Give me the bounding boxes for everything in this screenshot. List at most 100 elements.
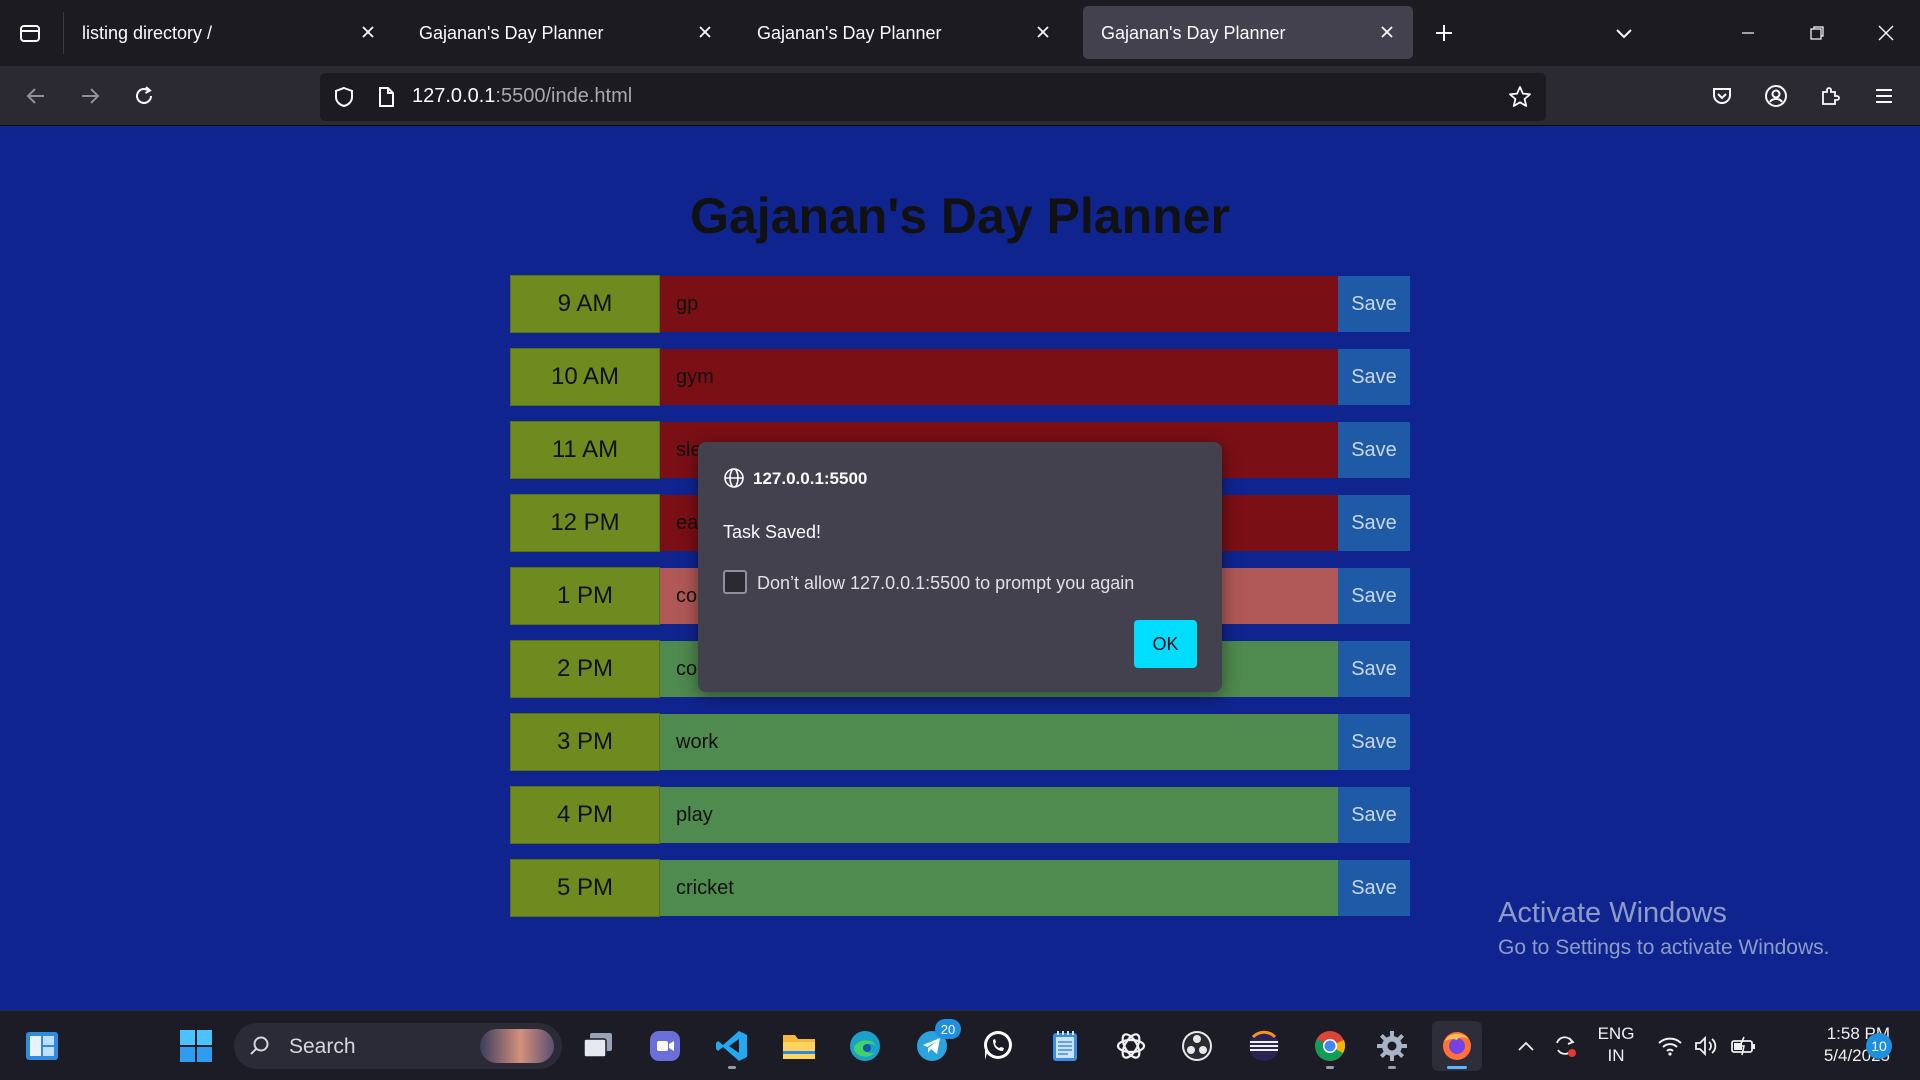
task-input[interactable] (660, 860, 1338, 916)
url-host: 127.0.0.1 (412, 85, 496, 107)
notepad-icon[interactable] (1040, 1021, 1090, 1071)
tracking-protection-shield-icon[interactable] (330, 83, 358, 111)
teams-meet-icon[interactable] (640, 1021, 690, 1071)
restore-icon[interactable] (1783, 0, 1851, 66)
close-icon[interactable] (356, 20, 380, 44)
taskbar-search-box[interactable]: Search (234, 1023, 562, 1069)
tab-day-planner-1[interactable]: Gajanan's Day Planner (401, 6, 731, 59)
tab-title: Gajanan's Day Planner (757, 23, 942, 43)
task-input[interactable] (660, 349, 1338, 405)
dialog-message: Task Saved! (723, 522, 822, 542)
pocket-icon[interactable] (1702, 76, 1742, 116)
url-text[interactable]: 127.0.0.1:5500/inde.html (412, 85, 632, 108)
close-icon[interactable] (1375, 20, 1399, 44)
widgets-icon[interactable] (17, 1021, 67, 1071)
extensions-puzzle-icon[interactable] (1810, 76, 1850, 116)
save-button[interactable]: Save (1338, 860, 1410, 916)
running-indicator (728, 1066, 736, 1069)
running-indicator (1326, 1066, 1334, 1069)
save-button[interactable]: Save (1338, 349, 1410, 405)
task-input[interactable] (660, 787, 1338, 843)
whatsapp-icon[interactable] (973, 1021, 1023, 1071)
forward-arrow-icon[interactable] (70, 76, 110, 116)
globe-icon (722, 466, 746, 490)
tab-title: listing directory / (82, 23, 213, 43)
battery-charging-icon[interactable] (1728, 1011, 1760, 1080)
hour-label: 11 AM (510, 421, 660, 479)
obs-studio-icon[interactable] (1172, 1021, 1222, 1071)
show-hidden-icons-chevron-icon[interactable] (1512, 1011, 1540, 1080)
save-button[interactable]: Save (1338, 787, 1410, 843)
list-all-tabs-chevron-icon[interactable] (1604, 13, 1644, 53)
file-explorer-icon[interactable] (774, 1021, 824, 1071)
task-input[interactable] (660, 714, 1338, 770)
watermark-subtitle: Go to Settings to activate Windows. (1498, 936, 1830, 959)
save-button[interactable]: Save (1338, 276, 1410, 332)
chatgpt-icon[interactable] (1106, 1021, 1156, 1071)
eclipse-ide-icon[interactable] (1239, 1021, 1289, 1071)
sync-icon[interactable] (1550, 1011, 1580, 1080)
start-windows-icon[interactable] (171, 1021, 221, 1071)
search-highlight-image (480, 1029, 554, 1063)
task-view-icon[interactable] (573, 1021, 623, 1071)
language-region: IN (1607, 1046, 1625, 1065)
time-block-row: 9 AM Save (510, 275, 1410, 333)
hour-label: 9 AM (510, 275, 660, 333)
tab-title: Gajanan's Day Planner (1101, 23, 1286, 43)
volume-speaker-icon[interactable] (1690, 1011, 1722, 1080)
vscode-icon[interactable] (707, 1021, 757, 1071)
close-icon[interactable] (693, 20, 717, 44)
dont-allow-checkbox-label[interactable]: Don’t allow 127.0.0.1:5500 to prompt you… (757, 573, 1134, 594)
bookmark-star-icon[interactable] (1506, 83, 1534, 111)
reload-icon[interactable] (124, 76, 164, 116)
windows-taskbar: Search 20 ENG IN 1:58 PM 5/4/2025 10 (0, 1010, 1920, 1080)
save-button[interactable]: Save (1338, 422, 1410, 478)
settings-gear-icon[interactable] (1367, 1021, 1417, 1071)
new-tab-plus-icon[interactable] (1424, 13, 1464, 53)
hour-label: 4 PM (510, 786, 660, 844)
save-button[interactable]: Save (1338, 495, 1410, 551)
search-label: Search (289, 1035, 356, 1058)
chrome-icon[interactable] (1305, 1021, 1355, 1071)
telegram-unread-badge: 20 (935, 1019, 961, 1039)
input-language-indicator[interactable]: ENG IN (1592, 1023, 1640, 1067)
time-block-row: 3 PM Save (510, 713, 1410, 771)
task-input[interactable] (660, 276, 1338, 332)
dont-allow-checkbox[interactable] (723, 570, 747, 594)
menu-hamburger-icon[interactable] (1864, 76, 1904, 116)
firefox-icon[interactable] (1432, 1021, 1482, 1071)
running-indicator (1388, 1066, 1396, 1069)
tab-day-planner-active[interactable]: Gajanan's Day Planner (1083, 6, 1413, 59)
account-icon[interactable] (1756, 76, 1796, 116)
page-title: Gajanan's Day Planner (690, 188, 1230, 244)
edge-browser-icon[interactable] (840, 1021, 890, 1071)
minimize-icon[interactable] (1714, 0, 1782, 66)
browser-navigation-bar: 127.0.0.1:5500/inde.html (0, 66, 1920, 126)
tab-listing-directory[interactable]: listing directory / (64, 6, 394, 59)
save-button[interactable]: Save (1338, 641, 1410, 697)
save-button[interactable]: Save (1338, 714, 1410, 770)
tab-day-planner-2[interactable]: Gajanan's Day Planner (739, 6, 1069, 59)
url-bar[interactable]: 127.0.0.1:5500/inde.html (320, 73, 1546, 121)
activate-windows-watermark: Activate Windows Go to Settings to activ… (1498, 897, 1830, 960)
hour-label: 5 PM (510, 859, 660, 917)
hour-label: 10 AM (510, 348, 660, 406)
hour-label: 3 PM (510, 713, 660, 771)
wifi-icon[interactable] (1654, 1011, 1686, 1080)
hour-label: 2 PM (510, 640, 660, 698)
page-info-icon[interactable] (372, 83, 400, 111)
ok-button[interactable]: OK (1134, 620, 1197, 668)
back-arrow-icon[interactable] (16, 76, 56, 116)
alert-dialog: 127.0.0.1:5500 Task Saved! Don’t allow 1… (698, 442, 1222, 692)
tab-title: Gajanan's Day Planner (419, 23, 604, 43)
search-icon (248, 1034, 272, 1058)
close-window-icon[interactable] (1852, 0, 1920, 66)
notification-count-badge[interactable]: 10 (1866, 1033, 1892, 1059)
close-icon[interactable] (1031, 20, 1055, 44)
telegram-icon[interactable]: 20 (907, 1019, 961, 1071)
time-block-row: 10 AM Save (510, 348, 1410, 406)
save-button[interactable]: Save (1338, 568, 1410, 624)
firefox-view-icon[interactable] (10, 13, 50, 53)
dialog-origin: 127.0.0.1:5500 (753, 469, 868, 488)
language-code: ENG (1597, 1024, 1635, 1043)
